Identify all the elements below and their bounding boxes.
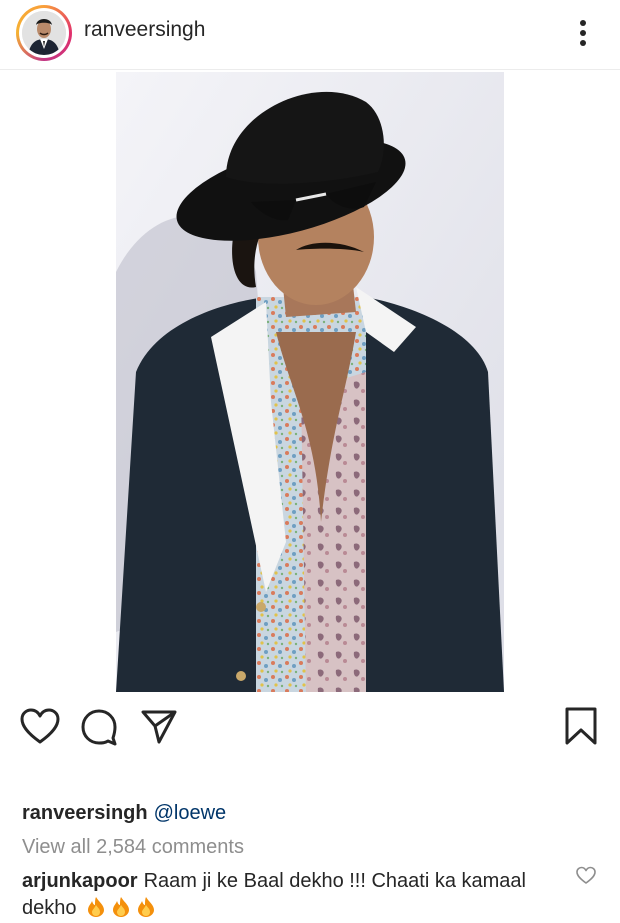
- avatar-portrait-icon: [22, 11, 66, 55]
- comment-username[interactable]: arjunkapoor: [22, 870, 138, 892]
- fire-emoji-group: [82, 897, 157, 919]
- share-paper-plane-icon[interactable]: [140, 708, 178, 751]
- post-actions: [0, 700, 620, 756]
- avatar-image: [22, 11, 66, 55]
- post-author-username[interactable]: ranveersingh: [84, 18, 205, 42]
- more-options-icon[interactable]: [572, 16, 594, 50]
- caption-username[interactable]: ranveersingh: [22, 802, 148, 824]
- comment-item: arjunkapoor Raam ji ke Baal dekho !!! Cha…: [22, 868, 562, 922]
- like-heart-icon[interactable]: [20, 708, 60, 751]
- comment-bubble-icon[interactable]: [80, 708, 118, 751]
- fire-emoji-icon: [88, 897, 105, 917]
- avatar[interactable]: [16, 5, 72, 61]
- fire-emoji-icon: [113, 897, 130, 917]
- post-header: ranveersingh: [0, 0, 620, 70]
- fire-emoji-icon: [138, 897, 155, 917]
- post-caption: ranveersingh @loewe: [22, 802, 226, 825]
- post-photo-illustration: [116, 72, 504, 692]
- comment-like-heart-icon[interactable]: [576, 866, 596, 886]
- caption-mention[interactable]: @loewe: [154, 802, 227, 824]
- save-bookmark-icon[interactable]: [563, 706, 599, 751]
- view-all-comments-link[interactable]: View all 2,584 comments: [22, 836, 244, 859]
- post-image[interactable]: [116, 72, 504, 692]
- avatar-frame: [19, 8, 69, 58]
